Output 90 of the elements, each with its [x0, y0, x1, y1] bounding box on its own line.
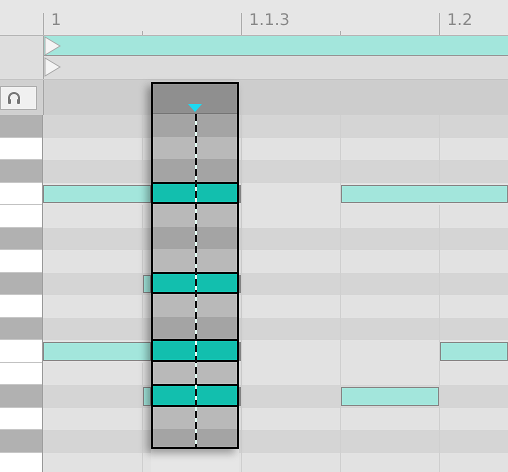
grid-cell[interactable]: [43, 295, 142, 318]
marker-strip[interactable]: [43, 57, 508, 79]
grid-cell[interactable]: [239, 408, 241, 430]
grid-cell[interactable]: [239, 430, 241, 452]
grid-cell[interactable]: [340, 340, 439, 362]
grid-cell[interactable]: [241, 430, 340, 452]
grid-cell[interactable]: [43, 205, 142, 228]
grid-cell[interactable]: [239, 318, 241, 340]
grid-cell[interactable]: [142, 272, 151, 295]
piano-key[interactable]: [0, 295, 42, 318]
grid-cell[interactable]: [43, 408, 142, 430]
grid-cell[interactable]: [241, 115, 340, 138]
grid-cell[interactable]: [241, 385, 340, 408]
grid-cell[interactable]: [142, 115, 151, 138]
piano-key[interactable]: [0, 138, 42, 160]
piano-key[interactable]: [0, 160, 42, 182]
piano-key[interactable]: [0, 115, 42, 138]
piano-key[interactable]: [0, 182, 42, 205]
grid-cell[interactable]: [142, 138, 151, 160]
grid-cell[interactable]: [241, 318, 340, 340]
grid-cell[interactable]: [239, 138, 241, 160]
grid-cell[interactable]: [43, 115, 142, 138]
piano-key[interactable]: [0, 408, 42, 430]
ruler-label: 1.2: [447, 11, 472, 29]
selected-midi-note[interactable]: [153, 339, 237, 362]
grid-cell[interactable]: [43, 318, 142, 340]
preview-button[interactable]: [0, 86, 37, 110]
piano-key[interactable]: [0, 340, 42, 362]
grid-cell[interactable]: [43, 362, 142, 385]
grid-cell[interactable]: [340, 362, 439, 385]
grid-cell[interactable]: [439, 362, 508, 385]
grid-cell[interactable]: [43, 430, 142, 452]
grid-cell[interactable]: [43, 138, 142, 160]
grid-cell[interactable]: [239, 250, 241, 272]
piano-key[interactable]: [0, 228, 42, 250]
grid-cell[interactable]: [142, 160, 151, 182]
grid-cell[interactable]: [142, 318, 151, 340]
selected-midi-note[interactable]: [153, 272, 237, 294]
time-selection[interactable]: [151, 82, 239, 449]
grid-cell[interactable]: [241, 295, 340, 318]
grid-cell[interactable]: [241, 362, 340, 385]
grid-cell[interactable]: [142, 250, 151, 272]
grid-cell[interactable]: [241, 182, 340, 205]
grid-cell[interactable]: [142, 228, 151, 250]
piano-key[interactable]: [0, 385, 42, 408]
grid-cell[interactable]: [43, 228, 142, 250]
piano-key[interactable]: [0, 250, 42, 272]
grid-cell[interactable]: [241, 408, 340, 430]
grid-cell[interactable]: [241, 160, 340, 182]
grid-cell[interactable]: [239, 115, 241, 138]
piano-key[interactable]: [0, 452, 42, 472]
grid-cell[interactable]: [43, 385, 142, 408]
grid-cell[interactable]: [142, 295, 151, 318]
grid-cell[interactable]: [239, 205, 241, 228]
grid-cell[interactable]: [241, 138, 340, 160]
grid-cell[interactable]: [43, 452, 142, 472]
piano-key[interactable]: [0, 318, 42, 340]
grid-cell[interactable]: [142, 385, 151, 408]
piano-key[interactable]: [0, 205, 42, 228]
headphones-icon: [6, 90, 22, 106]
grid-cell[interactable]: [142, 408, 151, 430]
grid-cell[interactable]: [142, 205, 151, 228]
selected-midi-note[interactable]: [153, 384, 237, 406]
grid-cell[interactable]: [241, 228, 340, 250]
playhead-icon: [188, 104, 202, 112]
midi-note[interactable]: [143, 387, 151, 406]
grid-cell[interactable]: [241, 205, 340, 228]
grid-cell[interactable]: [142, 452, 151, 472]
grid-cell[interactable]: [340, 408, 439, 430]
grid-cell[interactable]: [142, 430, 151, 452]
grid-cell[interactable]: [439, 408, 508, 430]
grid-cell[interactable]: [239, 160, 241, 182]
ruler-label: 1: [51, 11, 62, 29]
selected-midi-note[interactable]: [153, 182, 237, 204]
grid-cell[interactable]: [241, 272, 340, 295]
grid-cell[interactable]: [239, 228, 241, 250]
grid-cell[interactable]: [43, 272, 142, 295]
grid-cell[interactable]: [241, 340, 340, 362]
grid-cell[interactable]: [239, 362, 241, 385]
grid-cell[interactable]: [142, 362, 151, 385]
grid-cell[interactable]: [241, 250, 340, 272]
piano-key[interactable]: [0, 362, 42, 385]
grid-cell[interactable]: [43, 160, 142, 182]
midi-note[interactable]: [143, 274, 151, 293]
piano-key[interactable]: [0, 430, 42, 452]
grid-cell[interactable]: [239, 295, 241, 318]
piano-key[interactable]: [0, 272, 42, 295]
grid-cell[interactable]: [43, 250, 142, 272]
ruler-label: 1.1.3: [249, 11, 290, 29]
grid-cell[interactable]: [439, 385, 508, 408]
